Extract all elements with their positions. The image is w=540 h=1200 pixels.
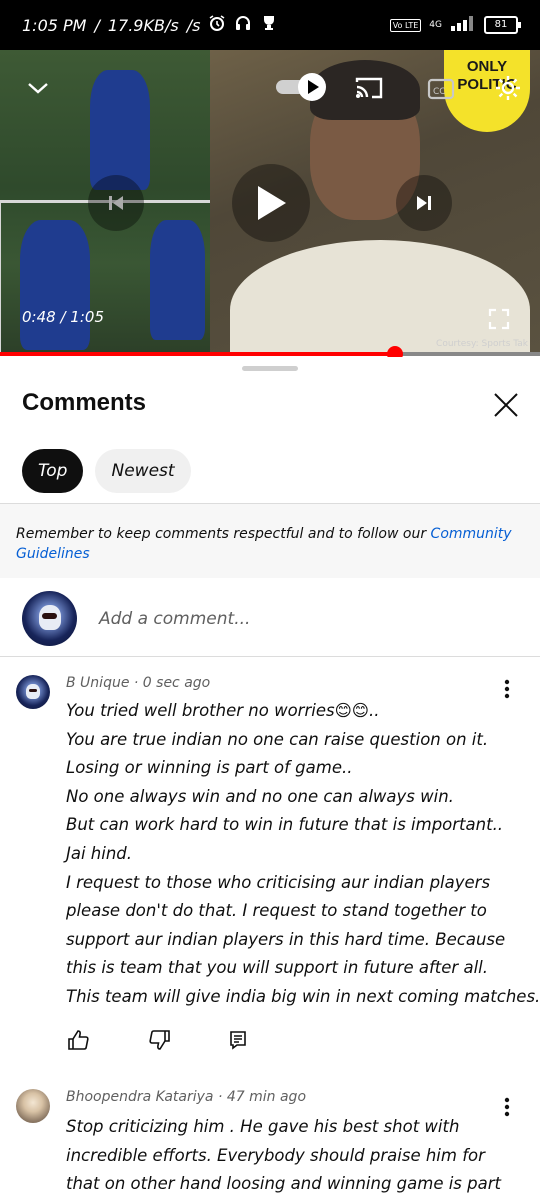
settings-gear-icon[interactable] [492, 72, 524, 104]
status-time: 1:05 PM [22, 15, 87, 35]
captions-icon[interactable]: CC [426, 76, 456, 102]
chip-top[interactable]: Top [22, 449, 84, 493]
chip-newest[interactable]: Newest [95, 449, 191, 493]
video-player[interactable]: Courtesy: Sports Tak ONLY POLITIC CC 0:4… [0, 50, 540, 355]
fullscreen-icon[interactable] [486, 306, 512, 332]
progress-fill [0, 352, 395, 356]
svg-text:CC: CC [433, 87, 446, 97]
volte-badge: Vo LTE [389, 18, 422, 32]
commenter-avatar[interactable] [16, 1089, 50, 1123]
cast-icon[interactable] [354, 74, 384, 102]
add-comment-input[interactable]: Add a comment... [99, 609, 250, 629]
status-bar: 1:05 PM / 17.9KB/s /s Vo LTE 4G 81 [0, 0, 540, 50]
like-icon[interactable] [66, 1028, 90, 1052]
courtesy-caption: Courtesy: Sports Tak [436, 339, 528, 349]
comment-age: 0 sec ago [142, 675, 211, 691]
close-icon[interactable] [488, 387, 524, 423]
commenter-avatar[interactable] [16, 675, 50, 709]
signal-icon [450, 15, 476, 35]
network-type: 4G [429, 20, 442, 30]
playback-time: 0:48 / 1:05 [22, 308, 104, 326]
play-button[interactable] [232, 164, 310, 242]
alarm-icon [208, 14, 226, 36]
battery-indicator: 81 [484, 16, 521, 34]
minimize-chevron-icon[interactable] [24, 74, 52, 102]
comment-text: You tried well brother no worries😊😊.. Yo… [66, 701, 540, 1006]
headphones-icon [234, 14, 252, 36]
comments-sheet: Comments Top Newest Remember to keep com… [0, 357, 540, 1200]
comment-text: Stop criticizing him . He gave his best … [66, 1117, 501, 1194]
autoplay-toggle[interactable] [274, 72, 328, 102]
guidelines-notice: Remember to keep comments respectful and… [0, 504, 540, 578]
comment-author[interactable]: B Unique [66, 675, 129, 691]
comment-author[interactable]: Bhoopendra Katariya [66, 1089, 214, 1105]
next-video-button[interactable] [396, 175, 452, 231]
reply-icon[interactable] [226, 1028, 250, 1052]
user-avatar [22, 591, 77, 646]
dislike-icon[interactable] [148, 1028, 172, 1052]
trophy-icon [260, 14, 278, 36]
progress-bar[interactable] [0, 346, 540, 362]
status-network-speed: 17.9KB/s [107, 15, 179, 35]
add-comment-row[interactable]: Add a comment... [22, 591, 250, 646]
drag-handle[interactable] [242, 366, 298, 371]
sort-chips: Top Newest [22, 449, 191, 493]
comments-title: Comments [22, 389, 147, 416]
comment-age: 47 min ago [226, 1089, 307, 1105]
comment-meta: Bhoopendra Katariya · 47 min ago [66, 1089, 307, 1105]
comment-actions [66, 1028, 250, 1052]
previous-video-button[interactable] [88, 175, 144, 231]
comment-meta: B Unique · 0 sec ago [66, 675, 211, 691]
